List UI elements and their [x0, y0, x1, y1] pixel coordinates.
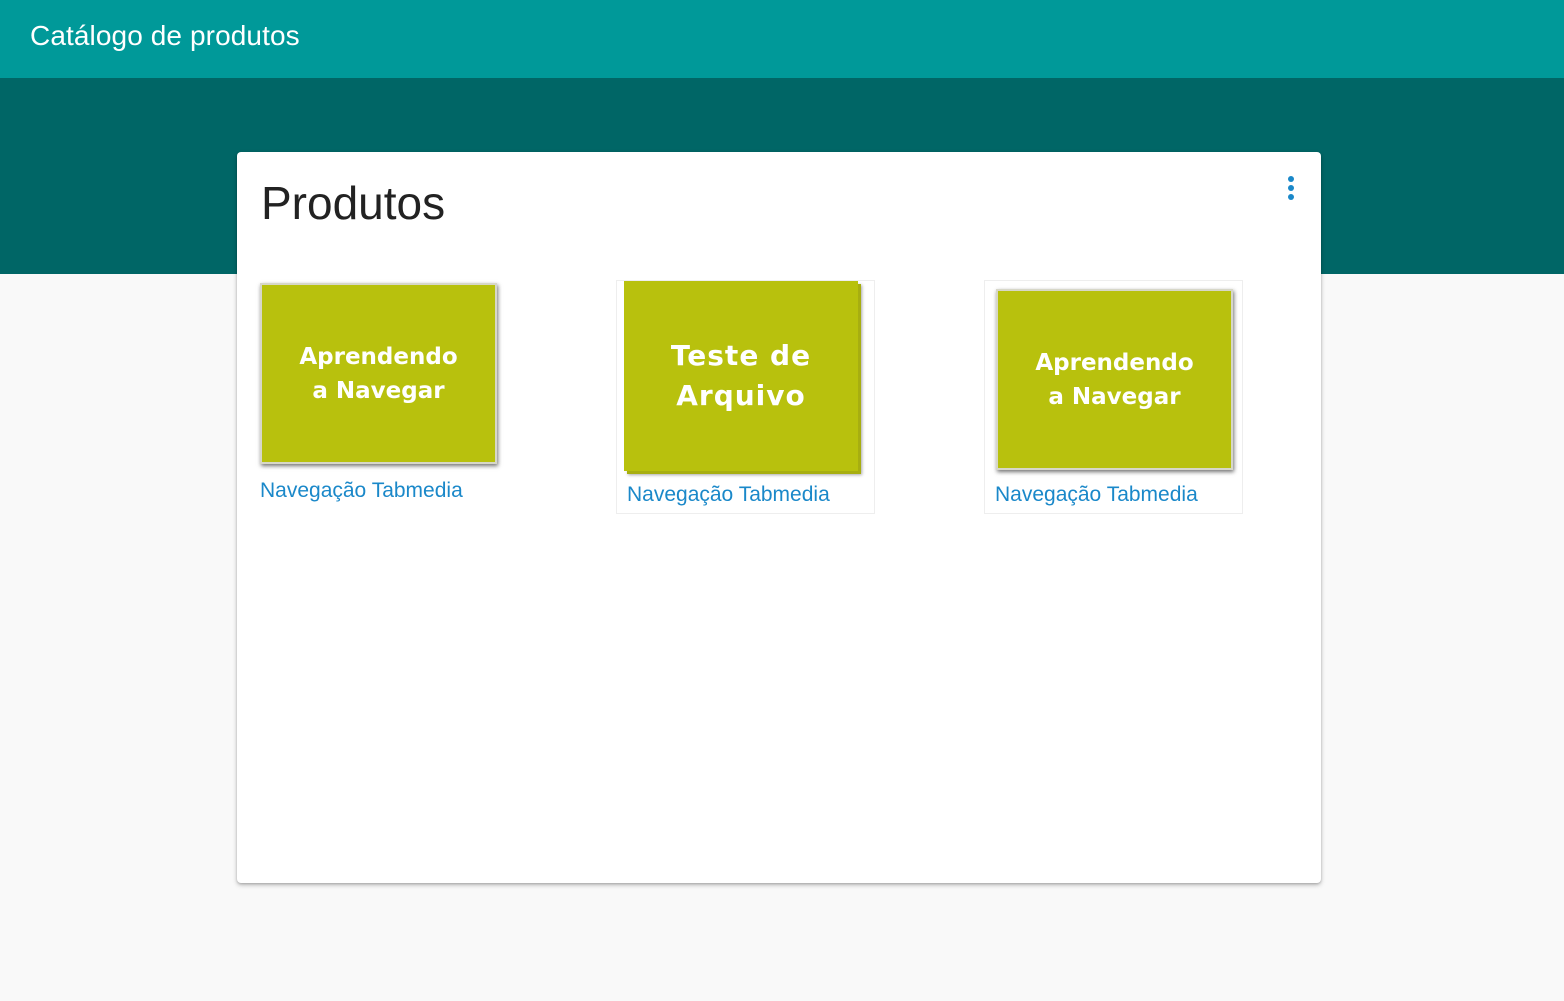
product-thumbnail[interactable]: Aprendendo a Navegar	[260, 283, 497, 464]
product-item[interactable]: Aprendendo a Navegar Navegação Tabmedia	[984, 280, 1243, 514]
products-card: Produtos Aprendendo a Navegar Navegação …	[237, 152, 1321, 883]
app-toolbar: Catálogo de produtos	[0, 0, 1564, 78]
app-title: Catálogo de produtos	[30, 20, 300, 51]
product-link[interactable]: Navegação Tabmedia	[260, 479, 463, 503]
product-link[interactable]: Navegação Tabmedia	[627, 483, 830, 507]
product-item[interactable]: Aprendendo a Navegar Navegação Tabmedia	[260, 283, 502, 513]
more-vertical-icon	[1288, 176, 1294, 200]
product-link[interactable]: Navegação Tabmedia	[995, 483, 1198, 507]
more-options-button[interactable]	[1277, 174, 1305, 208]
product-thumbnail[interactable]: Aprendendo a Navegar	[996, 289, 1233, 470]
card-title: Produtos	[261, 177, 446, 229]
thumbnail-text: Aprendendo a Navegar	[299, 343, 458, 404]
product-thumbnail[interactable]: Teste de Arquivo	[624, 281, 858, 471]
thumbnail-text: Aprendendo a Navegar	[1035, 349, 1194, 410]
thumbnail-text: Teste de Arquivo	[670, 339, 812, 412]
product-item[interactable]: Teste de Arquivo Navegação Tabmedia	[616, 280, 875, 514]
